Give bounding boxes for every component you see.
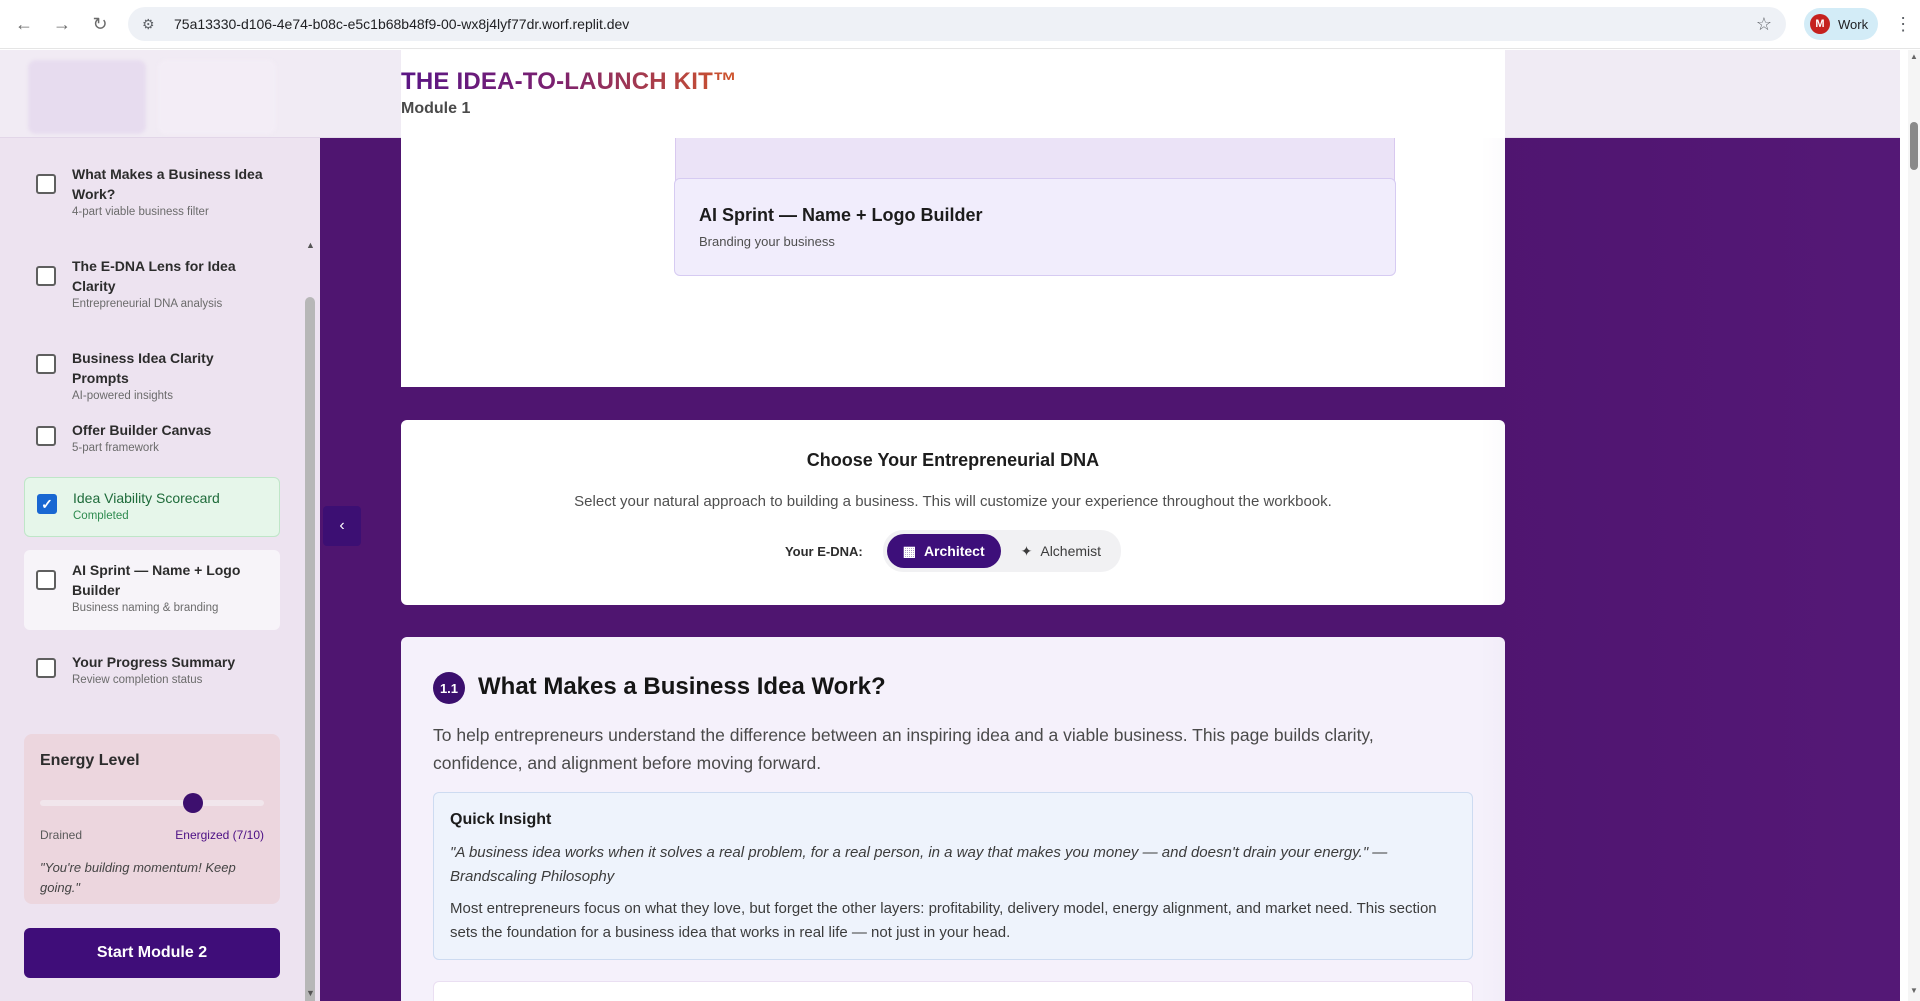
lesson-checkbox[interactable]	[36, 658, 56, 678]
energy-heading: Energy Level	[40, 752, 140, 769]
lesson-card-title: AI Sprint — Name + Logo Builder	[699, 205, 983, 225]
energy-min-label: Drained	[40, 828, 83, 842]
lesson-title: Offer Builder Canvas	[72, 422, 212, 438]
lesson-card-ai-sprint[interactable]: AI Sprint — Name + Logo Builder Branding…	[674, 178, 1396, 276]
energy-quote: "You're building momentum! Keep going."	[40, 860, 236, 895]
main-content: AI Sprint — Name + Logo Builder Branding…	[320, 50, 1900, 1001]
sidebar-header-card	[158, 60, 276, 134]
brand-title: THE IDEA-TO-LAUNCH KIT™	[401, 68, 738, 95]
lesson-card-subtitle: Branding your business	[699, 234, 835, 249]
page-header: THE IDEA-TO-LAUNCH KIT™ Module 1	[320, 50, 1900, 138]
option-label: Alchemist	[1040, 543, 1102, 559]
section-card: 1.1 What Makes a Business Idea Work? To …	[401, 637, 1505, 1001]
lesson-subtitle: AI-powered insights	[72, 390, 173, 402]
lesson-checkbox[interactable]	[36, 426, 56, 446]
scroll-down-arrow-icon[interactable]: ▼	[306, 988, 315, 998]
building-icon: ▦	[902, 542, 916, 559]
lesson-text: What Makes a Business Idea Work? 4-part …	[72, 164, 268, 218]
lesson-title: AI Sprint — Name + Logo Builder	[72, 562, 241, 598]
insight-body: Most entrepreneurs focus on what they lo…	[450, 900, 1437, 941]
bookmark-star-icon[interactable]: ☆	[1756, 14, 1772, 35]
sidebar-item-viability-scorecard[interactable]: ✓ Idea Viability Scorecard Completed	[24, 477, 280, 537]
chevron-left-icon: ‹	[339, 517, 345, 534]
lesson-checkbox[interactable]	[36, 174, 56, 194]
profile-label: Work	[1838, 16, 1869, 32]
lesson-title: The E-DNA Lens for Idea Clarity	[72, 258, 236, 294]
sidebar-scrollbar[interactable]	[305, 297, 315, 1001]
edna-row: Your E-DNA: ▦ Architect ✦ Alchemist	[401, 530, 1505, 572]
address-bar[interactable]: ⚙ 75a13330-d106-4e74-b08c-e5c1b68b48f9-0…	[128, 7, 1786, 41]
lesson-checkbox-checked[interactable]: ✓	[37, 494, 57, 514]
edna-selector-card: Choose Your Entrepreneurial DNA Select y…	[401, 420, 1505, 605]
page-scrollbar[interactable]: ▲ ▼	[1908, 50, 1920, 1001]
section-title: What Makes a Business Idea Work?	[478, 673, 886, 700]
edna-option-alchemist[interactable]: ✦ Alchemist	[1005, 534, 1117, 568]
sidebar-header	[0, 50, 320, 138]
edna-label: Your E-DNA:	[784, 543, 863, 559]
section-number-badge: 1.1	[433, 672, 465, 704]
energy-labels: Drained Energized (7/10)	[40, 828, 264, 842]
lesson-text: Business Idea Clarity Prompts AI-powered…	[72, 348, 268, 402]
module-label: Module 1	[401, 100, 471, 117]
scrollbar-thumb[interactable]	[1910, 122, 1918, 170]
lesson-text: Idea Viability Scorecard Completed	[73, 488, 220, 522]
lesson-title: Idea Viability Scorecard	[73, 490, 220, 506]
collapse-sidebar-button[interactable]: ‹	[323, 506, 361, 546]
scroll-up-arrow-icon[interactable]: ▲	[1908, 52, 1920, 61]
next-content-card	[433, 981, 1473, 1001]
insight-heading: Quick Insight	[450, 811, 552, 828]
energy-current-label: Energized (7/10)	[175, 828, 264, 842]
sidebar-item-progress-summary[interactable]: Your Progress Summary Review completion …	[24, 642, 280, 696]
slider-thumb[interactable]	[182, 793, 203, 813]
lesson-text: AI Sprint — Name + Logo Builder Business…	[72, 560, 268, 614]
sidebar-item-edna-lens[interactable]: The E-DNA Lens for Idea Clarity Entrepre…	[24, 246, 280, 320]
sidebar-header-card	[28, 60, 146, 134]
lesson-title: What Makes a Business Idea Work?	[72, 166, 263, 202]
energy-level-panel: Energy Level Drained Energized (7/10) "Y…	[24, 734, 280, 904]
sidebar-item-offer-builder[interactable]: Offer Builder Canvas 5-part framework	[24, 410, 280, 464]
sparkles-icon: ✦	[1020, 542, 1033, 559]
edna-option-architect[interactable]: ▦ Architect	[886, 534, 1001, 568]
quick-insight-box: Quick Insight "A business idea works whe…	[433, 792, 1473, 960]
energy-slider[interactable]	[40, 793, 264, 813]
lesson-checkbox[interactable]	[36, 570, 56, 590]
sidebar-item-what-makes-idea-work[interactable]: What Makes a Business Idea Work? 4-part …	[24, 154, 280, 228]
url-text[interactable]: 75a13330-d106-4e74-b08c-e5c1b68b48f9-00-…	[174, 16, 629, 32]
lesson-text: Your Progress Summary Review completion …	[72, 652, 235, 686]
lesson-status: Completed	[73, 510, 129, 522]
section-intro: To help entrepreneurs understand the dif…	[433, 725, 1374, 773]
forward-icon[interactable]: →	[48, 10, 76, 38]
edna-description: Select your natural approach to building…	[574, 493, 1332, 510]
reload-icon[interactable]: ↻	[86, 10, 114, 38]
profile-button[interactable]: M Work	[1804, 8, 1879, 40]
sidebar-item-ai-sprint[interactable]: AI Sprint — Name + Logo Builder Business…	[24, 550, 280, 630]
edna-toggle: ▦ Architect ✦ Alchemist	[882, 530, 1122, 572]
avatar: M	[1810, 14, 1830, 34]
lesson-subtitle: 5-part framework	[72, 442, 159, 454]
lesson-subtitle: 4-part viable business filter	[72, 206, 209, 218]
lesson-text: Offer Builder Canvas 5-part framework	[72, 420, 211, 454]
insight-quote: "A business idea works when it solves a …	[450, 844, 1388, 885]
lesson-checkbox[interactable]	[36, 354, 56, 374]
browser-menu-icon[interactable]: ⋮	[1894, 14, 1912, 35]
site-info-icon[interactable]: ⚙	[142, 16, 162, 33]
back-icon[interactable]: ←	[10, 10, 38, 38]
sidebar-item-clarity-prompts[interactable]: Business Idea Clarity Prompts AI-powered…	[24, 338, 280, 412]
edna-heading: Choose Your Entrepreneurial DNA	[806, 450, 1100, 470]
nav-buttons: ← → ↻	[10, 10, 114, 38]
lesson-title: Business Idea Clarity Prompts	[72, 350, 214, 386]
sidebar: What Makes a Business Idea Work? 4-part …	[0, 50, 320, 1001]
lesson-subtitle: Business naming & branding	[72, 602, 219, 614]
start-module-2-button[interactable]: Start Module 2	[24, 928, 280, 978]
option-label: Architect	[923, 543, 985, 559]
lesson-text: The E-DNA Lens for Idea Clarity Entrepre…	[72, 256, 268, 310]
browser-toolbar: ← → ↻ ⚙ 75a13330-d106-4e74-b08c-e5c1b68b…	[0, 0, 1920, 49]
lesson-checkbox[interactable]	[36, 266, 56, 286]
scroll-down-arrow-icon[interactable]: ▼	[1908, 986, 1920, 995]
scroll-up-arrow-icon[interactable]: ▲	[306, 240, 315, 250]
lesson-subtitle: Entrepreneurial DNA analysis	[72, 298, 223, 310]
lesson-subtitle: Review completion status	[72, 674, 203, 686]
lesson-title: Your Progress Summary	[72, 654, 236, 670]
